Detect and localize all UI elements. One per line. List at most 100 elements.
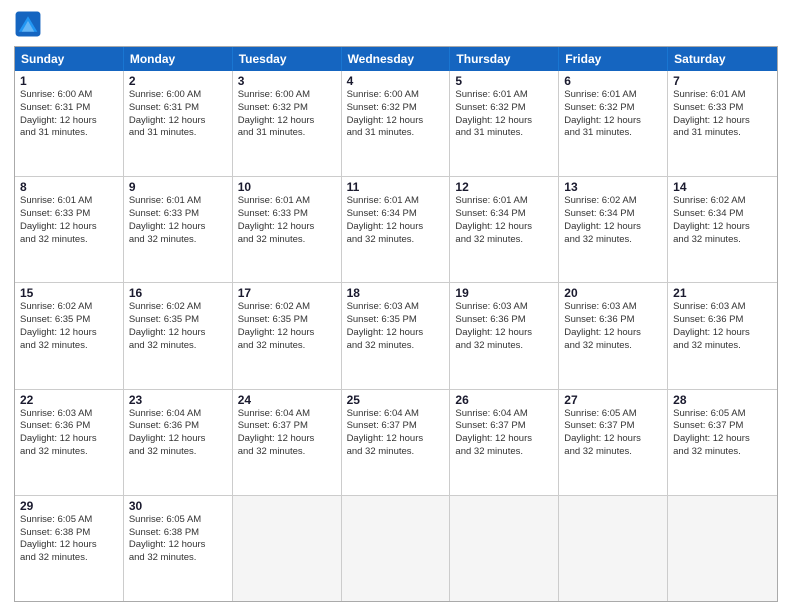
day-info: Sunrise: 6:01 AM Sunset: 6:32 PM Dayligh… bbox=[455, 89, 553, 140]
day-number: 3 bbox=[238, 74, 336, 88]
calendar-cell: 9Sunrise: 6:01 AM Sunset: 6:33 PM Daylig… bbox=[124, 177, 233, 282]
day-number: 15 bbox=[20, 286, 118, 300]
day-info: Sunrise: 6:01 AM Sunset: 6:32 PM Dayligh… bbox=[564, 89, 662, 140]
calendar-cell: 1Sunrise: 6:00 AM Sunset: 6:31 PM Daylig… bbox=[15, 71, 124, 176]
day-number: 22 bbox=[20, 393, 118, 407]
page: SundayMondayTuesdayWednesdayThursdayFrid… bbox=[0, 0, 792, 612]
calendar: SundayMondayTuesdayWednesdayThursdayFrid… bbox=[14, 46, 778, 602]
calendar-cell bbox=[450, 496, 559, 601]
calendar-cell: 2Sunrise: 6:00 AM Sunset: 6:31 PM Daylig… bbox=[124, 71, 233, 176]
day-number: 5 bbox=[455, 74, 553, 88]
day-number: 1 bbox=[20, 74, 118, 88]
header-day-tuesday: Tuesday bbox=[233, 47, 342, 71]
day-number: 26 bbox=[455, 393, 553, 407]
day-info: Sunrise: 6:05 AM Sunset: 6:38 PM Dayligh… bbox=[20, 514, 118, 565]
day-number: 13 bbox=[564, 180, 662, 194]
day-number: 27 bbox=[564, 393, 662, 407]
calendar-cell: 11Sunrise: 6:01 AM Sunset: 6:34 PM Dayli… bbox=[342, 177, 451, 282]
calendar-cell bbox=[342, 496, 451, 601]
calendar-cell bbox=[559, 496, 668, 601]
day-number: 7 bbox=[673, 74, 772, 88]
calendar-cell bbox=[668, 496, 777, 601]
calendar-cell: 6Sunrise: 6:01 AM Sunset: 6:32 PM Daylig… bbox=[559, 71, 668, 176]
day-number: 4 bbox=[347, 74, 445, 88]
day-info: Sunrise: 6:02 AM Sunset: 6:34 PM Dayligh… bbox=[673, 195, 772, 246]
day-number: 23 bbox=[129, 393, 227, 407]
header-day-friday: Friday bbox=[559, 47, 668, 71]
calendar-cell: 24Sunrise: 6:04 AM Sunset: 6:37 PM Dayli… bbox=[233, 390, 342, 495]
calendar-week-3: 15 Sunrise: 6:02 AM Sunset: 6:35 PM Dayli… bbox=[15, 283, 777, 389]
day-number: 8 bbox=[20, 180, 118, 194]
day-number: 25 bbox=[347, 393, 445, 407]
calendar-cell: 26Sunrise: 6:04 AM Sunset: 6:37 PM Dayli… bbox=[450, 390, 559, 495]
day-number: 10 bbox=[238, 180, 336, 194]
header bbox=[14, 10, 778, 38]
calendar-cell: 13Sunrise: 6:02 AM Sunset: 6:34 PM Dayli… bbox=[559, 177, 668, 282]
calendar-cell: 27Sunrise: 6:05 AM Sunset: 6:37 PM Dayli… bbox=[559, 390, 668, 495]
calendar-cell: 12Sunrise: 6:01 AM Sunset: 6:34 PM Dayli… bbox=[450, 177, 559, 282]
calendar-cell: 22Sunrise: 6:03 AM Sunset: 6:36 PM Dayli… bbox=[15, 390, 124, 495]
calendar-cell bbox=[233, 496, 342, 601]
calendar-cell: 7Sunrise: 6:01 AM Sunset: 6:33 PM Daylig… bbox=[668, 71, 777, 176]
day-info: Sunrise: 6:04 AM Sunset: 6:37 PM Dayligh… bbox=[455, 408, 553, 459]
day-info: Sunrise: 6:02 AM Sunset: 6:34 PM Dayligh… bbox=[564, 195, 662, 246]
day-number: 9 bbox=[129, 180, 227, 194]
calendar-week-1: 1Sunrise: 6:00 AM Sunset: 6:31 PM Daylig… bbox=[15, 71, 777, 177]
header-day-sunday: Sunday bbox=[15, 47, 124, 71]
header-day-saturday: Saturday bbox=[668, 47, 777, 71]
calendar-cell: 18Sunrise: 6:03 AM Sunset: 6:35 PM Dayli… bbox=[342, 283, 451, 388]
calendar-cell: 16Sunrise: 6:02 AM Sunset: 6:35 PM Dayli… bbox=[124, 283, 233, 388]
calendar-cell: 29Sunrise: 6:05 AM Sunset: 6:38 PM Dayli… bbox=[15, 496, 124, 601]
day-number: 2 bbox=[129, 74, 227, 88]
logo bbox=[14, 10, 46, 38]
calendar-cell: 3Sunrise: 6:00 AM Sunset: 6:32 PM Daylig… bbox=[233, 71, 342, 176]
header-day-wednesday: Wednesday bbox=[342, 47, 451, 71]
calendar-cell: 30Sunrise: 6:05 AM Sunset: 6:38 PM Dayli… bbox=[124, 496, 233, 601]
day-info: Sunrise: 6:02 AM Sunset: 6:35 PM Dayligh… bbox=[238, 301, 336, 352]
day-number: 29 bbox=[20, 499, 118, 513]
header-day-monday: Monday bbox=[124, 47, 233, 71]
calendar-cell: 25Sunrise: 6:04 AM Sunset: 6:37 PM Dayli… bbox=[342, 390, 451, 495]
calendar-week-4: 22Sunrise: 6:03 AM Sunset: 6:36 PM Dayli… bbox=[15, 390, 777, 496]
calendar-week-5: 29Sunrise: 6:05 AM Sunset: 6:38 PM Dayli… bbox=[15, 496, 777, 601]
day-number: 14 bbox=[673, 180, 772, 194]
day-info: Sunrise: 6:00 AM Sunset: 6:32 PM Dayligh… bbox=[238, 89, 336, 140]
day-number: 16 bbox=[129, 286, 227, 300]
calendar-cell: 15Sunrise: 6:02 AM Sunset: 6:35 PM Dayli… bbox=[15, 283, 124, 388]
calendar-cell: 21Sunrise: 6:03 AM Sunset: 6:36 PM Dayli… bbox=[668, 283, 777, 388]
day-info: Sunrise: 6:05 AM Sunset: 6:37 PM Dayligh… bbox=[564, 408, 662, 459]
calendar-week-2: 8 Sunrise: 6:01 AM Sunset: 6:33 PM Daylig… bbox=[15, 177, 777, 283]
calendar-cell: 28Sunrise: 6:05 AM Sunset: 6:37 PM Dayli… bbox=[668, 390, 777, 495]
day-info: Sunrise: 6:03 AM Sunset: 6:35 PM Dayligh… bbox=[347, 301, 445, 352]
day-info: Sunrise: 6:03 AM Sunset: 6:36 PM Dayligh… bbox=[564, 301, 662, 352]
day-info: Sunrise: 6:01 AM Sunset: 6:33 PM Dayligh… bbox=[129, 195, 227, 246]
day-info: Sunrise: 6:01 AM Sunset: 6:33 PM Dayligh… bbox=[673, 89, 772, 140]
day-info: Sunrise: 6:01 AM Sunset: 6:34 PM Dayligh… bbox=[347, 195, 445, 246]
day-info: Sunrise: 6:03 AM Sunset: 6:36 PM Dayligh… bbox=[20, 408, 118, 459]
day-number: 21 bbox=[673, 286, 772, 300]
day-number: 24 bbox=[238, 393, 336, 407]
calendar-cell: 19Sunrise: 6:03 AM Sunset: 6:36 PM Dayli… bbox=[450, 283, 559, 388]
calendar-cell: 23Sunrise: 6:04 AM Sunset: 6:36 PM Dayli… bbox=[124, 390, 233, 495]
calendar-cell: 8Sunrise: 6:01 AM Sunset: 6:33 PM Daylig… bbox=[15, 177, 124, 282]
calendar-cell: 10Sunrise: 6:01 AM Sunset: 6:33 PM Dayli… bbox=[233, 177, 342, 282]
day-number: 20 bbox=[564, 286, 662, 300]
day-number: 11 bbox=[347, 180, 445, 194]
calendar-cell: 14Sunrise: 6:02 AM Sunset: 6:34 PM Dayli… bbox=[668, 177, 777, 282]
day-info: Sunrise: 6:02 AM Sunset: 6:35 PM Dayligh… bbox=[129, 301, 227, 352]
day-number: 6 bbox=[564, 74, 662, 88]
header-day-thursday: Thursday bbox=[450, 47, 559, 71]
day-number: 12 bbox=[455, 180, 553, 194]
day-number: 17 bbox=[238, 286, 336, 300]
logo-icon bbox=[14, 10, 42, 38]
day-number: 18 bbox=[347, 286, 445, 300]
calendar-cell: 17Sunrise: 6:02 AM Sunset: 6:35 PM Dayli… bbox=[233, 283, 342, 388]
day-info: Sunrise: 6:00 AM Sunset: 6:31 PM Dayligh… bbox=[20, 89, 118, 140]
day-info: Sunrise: 6:05 AM Sunset: 6:37 PM Dayligh… bbox=[673, 408, 772, 459]
day-info: Sunrise: 6:04 AM Sunset: 6:37 PM Dayligh… bbox=[347, 408, 445, 459]
day-number: 28 bbox=[673, 393, 772, 407]
day-number: 30 bbox=[129, 499, 227, 513]
day-info: Sunrise: 6:01 AM Sunset: 6:33 PM Dayligh… bbox=[238, 195, 336, 246]
calendar-header: SundayMondayTuesdayWednesdayThursdayFrid… bbox=[15, 47, 777, 71]
calendar-body: 1Sunrise: 6:00 AM Sunset: 6:31 PM Daylig… bbox=[15, 71, 777, 601]
